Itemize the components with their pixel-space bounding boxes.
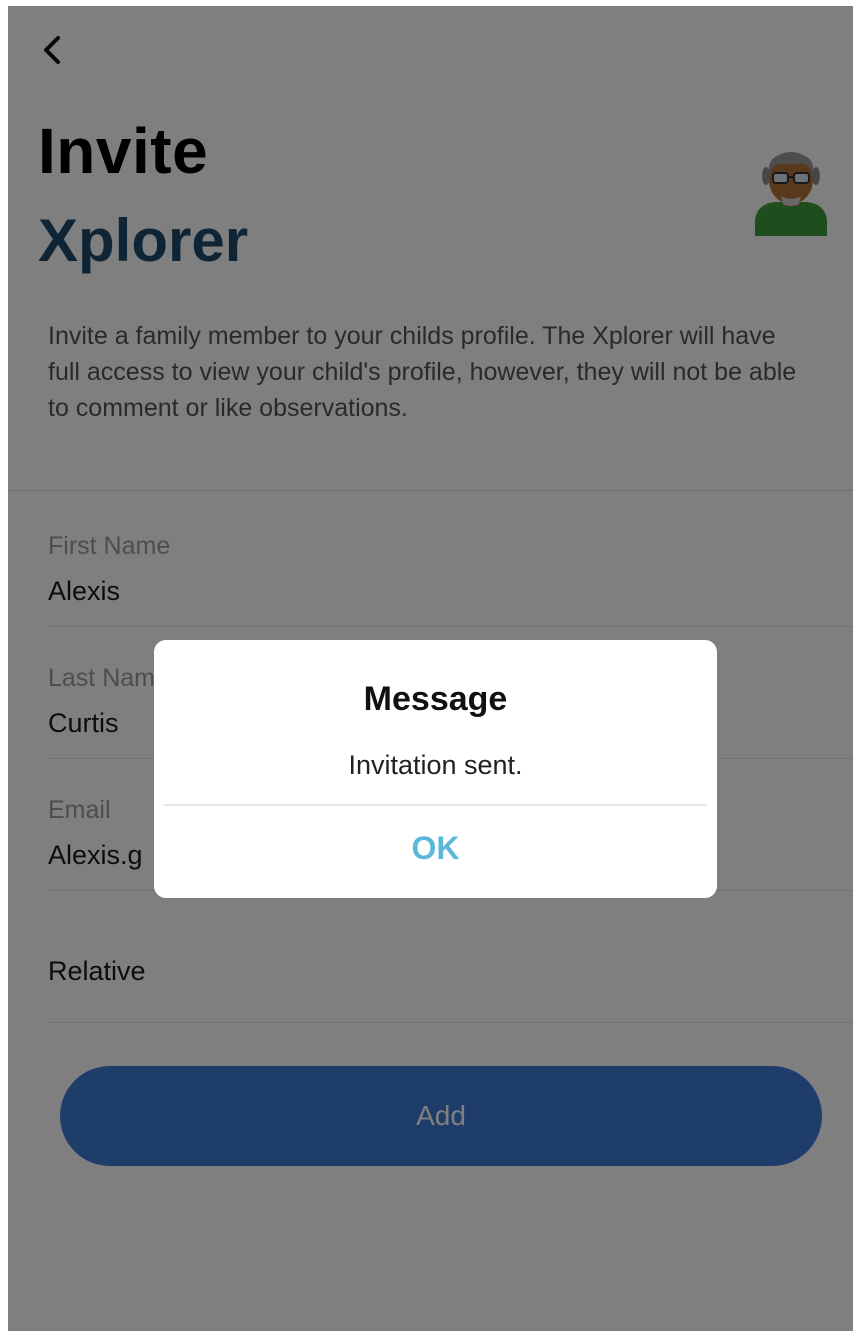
message-dialog: Message Invitation sent. OK bbox=[154, 640, 717, 898]
ok-button[interactable]: OK bbox=[154, 808, 717, 888]
dialog-message: Invitation sent. bbox=[348, 750, 523, 780]
dialog-title: Message bbox=[363, 680, 508, 718]
dialog-divider bbox=[164, 804, 707, 806]
invite-screen: Invite Xplorer Invite a family member to… bbox=[8, 6, 853, 1331]
